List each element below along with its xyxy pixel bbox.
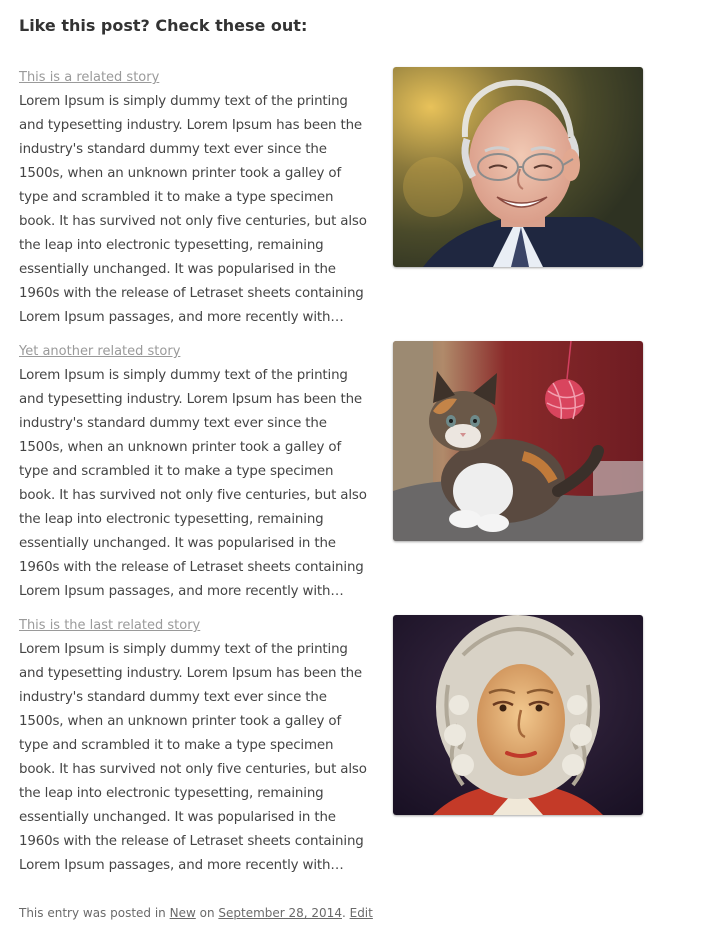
elderly-man-photo (393, 67, 643, 267)
related-story-text: This is a related story Lorem Ipsum is s… (19, 66, 371, 330)
related-story-link[interactable]: This is a related story (19, 66, 371, 90)
related-story-link[interactable]: This is the last related story (19, 614, 371, 638)
related-story-thumbnail[interactable] (393, 67, 643, 267)
entry-meta-prefix: This entry was posted in (19, 906, 170, 920)
related-story-thumbnail[interactable] (393, 341, 643, 541)
entry-meta-separator: . (341, 906, 350, 920)
related-story-excerpt: Lorem Ipsum is simply dummy text of the … (19, 368, 367, 599)
related-story-text: Yet another related story Lorem Ipsum is… (19, 340, 371, 604)
related-posts-heading: Like this post? Check these out: (19, 16, 308, 35)
related-story-link[interactable]: Yet another related story (19, 340, 371, 364)
entry-meta-on: on (195, 906, 219, 920)
date-link[interactable]: September 28, 2014 (218, 906, 342, 920)
portrait-painting (393, 615, 643, 815)
entry-meta: This entry was posted in New on Septembe… (19, 902, 373, 924)
related-story-excerpt: Lorem Ipsum is simply dummy text of the … (19, 94, 367, 325)
related-story-text: This is the last related story Lorem Ips… (19, 614, 371, 878)
kitten-photo (393, 341, 643, 541)
category-link[interactable]: New (170, 906, 196, 920)
related-story-excerpt: Lorem Ipsum is simply dummy text of the … (19, 642, 367, 873)
related-story-thumbnail[interactable] (393, 615, 643, 815)
edit-link[interactable]: Edit (350, 906, 373, 920)
